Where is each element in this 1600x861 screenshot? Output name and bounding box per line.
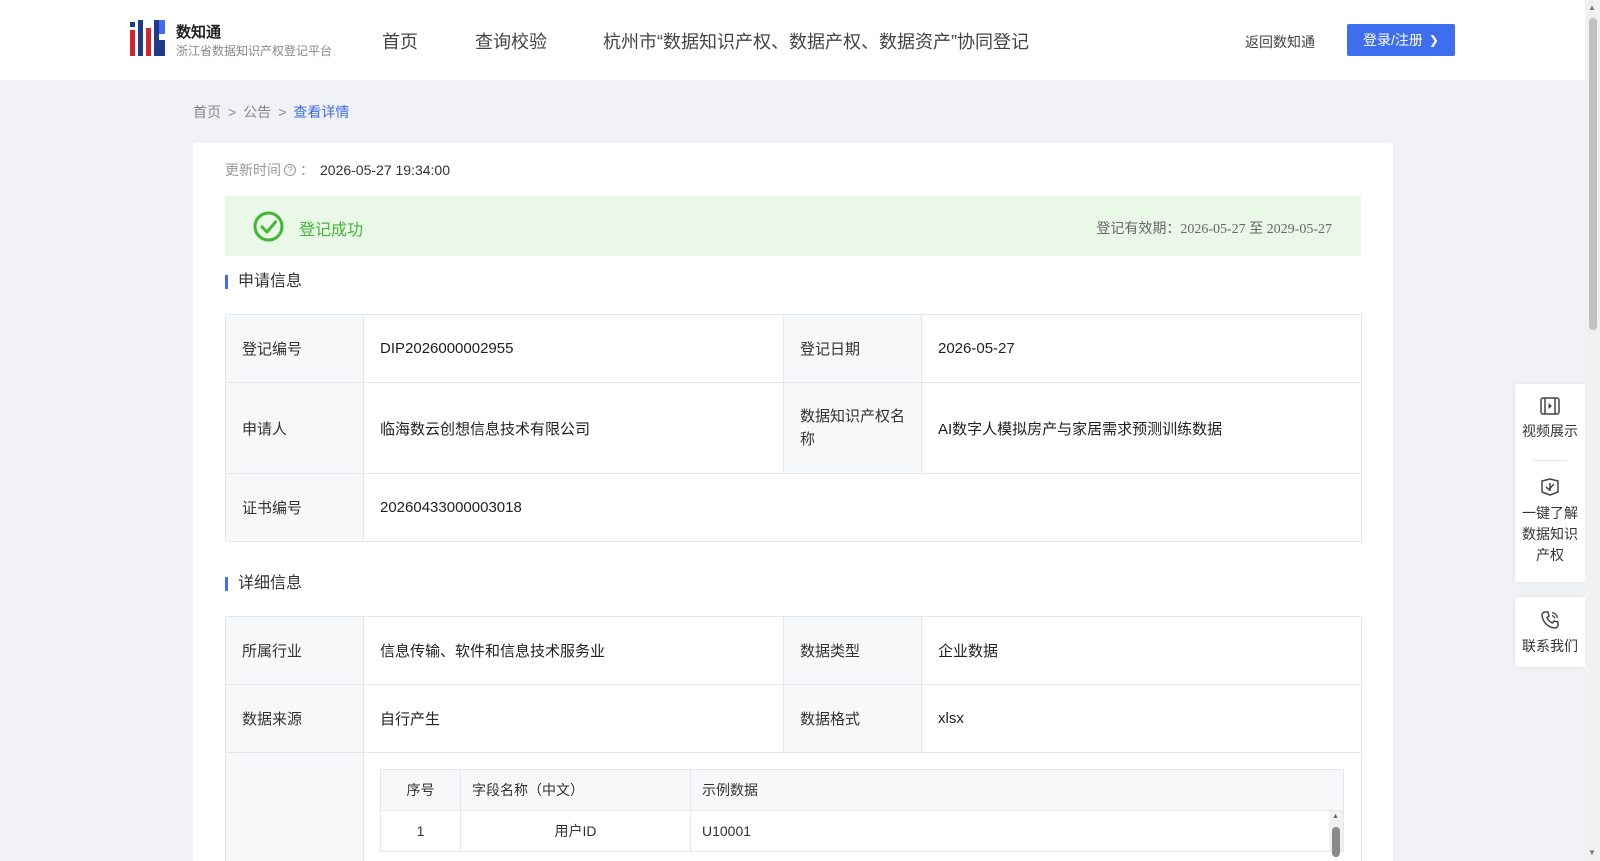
contact-us-label: 联系我们 <box>1522 638 1578 654</box>
logo-subtitle: 浙江省数据知识产权登记平台 <box>176 44 333 58</box>
data-type-value: 企业数据 <box>921 616 1362 685</box>
fields-label-cell <box>225 752 364 861</box>
industry-label: 所属行业 <box>225 616 364 685</box>
login-register-button[interactable]: 登录/注册 ❯ <box>1347 24 1455 56</box>
row-sample: U10001 ▲ <box>690 810 1344 857</box>
application-info-table: 登记编号 DIP2026000002955 登记日期 2026-05-27 申请… <box>225 314 1362 542</box>
book-icon <box>1541 478 1559 496</box>
learn-ip-line3: 产权 <box>1536 547 1564 563</box>
scroll-down-icon[interactable]: ▼ <box>1588 848 1596 857</box>
validity-label: 登记有效期： <box>1096 222 1181 237</box>
col-header-index: 序号 <box>380 769 461 811</box>
status-text: 登记成功 <box>299 222 364 239</box>
video-icon <box>1540 397 1560 415</box>
breadcrumb-home[interactable]: 首页 <box>193 104 221 120</box>
float-panel-top: 视频展示 一键了解 数据知识 产权 <box>1515 384 1585 582</box>
reg-no-label: 登记编号 <box>225 314 364 383</box>
video-display-label: 视频展示 <box>1522 423 1578 439</box>
ip-name-label-line2: 称 <box>800 431 816 448</box>
cert-no-label: 证书编号 <box>225 473 364 542</box>
applicant-value: 临海数云创想信息技术有限公司 <box>363 382 784 474</box>
logo-icon[interactable] <box>130 20 166 58</box>
fields-table: 序号 字段名称（中文） 示例数据 1 用户ID U10001 ▲ <box>380 769 1344 857</box>
col-header-field-name: 字段名称（中文） <box>460 769 691 811</box>
top-header: 数知通 浙江省数据知识产权登记平台 首页 查询校验 杭州市“数据知识产权、数据产… <box>0 0 1585 80</box>
cert-no-value: 20260433000003018 <box>363 473 1362 542</box>
data-type-label: 数据类型 <box>783 616 922 685</box>
breadcrumb-separator: > <box>228 104 237 120</box>
col-header-sample: 示例数据 <box>690 769 1344 811</box>
reg-no-value: DIP2026000002955 <box>363 314 784 383</box>
back-to-shuzhitong-link[interactable]: 返回数知通 <box>1245 32 1315 52</box>
detail-info-table: 所属行业 信息传输、软件和信息技术服务业 数据类型 企业数据 数据来源 自行产生… <box>225 616 1362 861</box>
ip-name-value: AI数字人模拟房产与家居需求预测训练数据 <box>921 382 1362 474</box>
fields-cell: 序号 字段名称（中文） 示例数据 1 用户ID U10001 ▲ <box>363 752 1362 861</box>
reg-date-label: 登记日期 <box>783 314 922 383</box>
breadcrumb-separator: > <box>278 104 287 120</box>
section-title-application: 申请信息 <box>225 274 302 290</box>
nav-query-verify[interactable]: 查询校验 <box>475 28 547 54</box>
inner-scrollbar[interactable]: ▲ <box>1329 811 1343 857</box>
update-time-colon: ： <box>300 162 314 178</box>
check-circle-icon <box>253 211 284 242</box>
table-row: 所属行业 信息传输、软件和信息技术服务业 数据类型 企业数据 <box>225 616 1362 685</box>
scroll-up-icon[interactable]: ▲ <box>1588 3 1596 12</box>
validity-range: 2026-05-27 至 2029-05-27 <box>1180 222 1332 237</box>
breadcrumb-current: 查看详情 <box>293 104 350 120</box>
login-register-label: 登录/注册 <box>1363 32 1423 48</box>
update-time-row: 更新时间 ? ： 2026-05-27 19:34:00 <box>225 160 450 180</box>
source-value: 自行产生 <box>363 684 784 753</box>
video-display-button[interactable]: 视频展示 <box>1515 384 1585 460</box>
table-row: 申请人 临海数云创想信息技术有限公司 数据知识产权名 称 AI数字人模拟房产与家… <box>225 382 1362 474</box>
breadcrumb-announcement[interactable]: 公告 <box>243 104 271 120</box>
source-label: 数据来源 <box>225 684 364 753</box>
section-title-detail: 详细信息 <box>225 576 302 592</box>
status-banner: 登记成功 登记有效期：2026-05-27 至 2029-05-27 <box>225 196 1361 256</box>
update-time-label: 更新时间 <box>225 162 281 178</box>
breadcrumb: 首页 > 公告 > 查看详情 <box>193 102 349 122</box>
table-row: 序号 字段名称（中文） 示例数据 1 用户ID U10001 ▲ <box>225 752 1362 861</box>
table-row: 登记编号 DIP2026000002955 登记日期 2026-05-27 <box>225 314 1362 383</box>
question-circle-icon[interactable]: ? <box>284 164 296 176</box>
nav-home[interactable]: 首页 <box>382 28 418 54</box>
applicant-label: 申请人 <box>225 382 364 474</box>
row-sample-value: U10001 <box>702 823 752 839</box>
row-field-name: 用户ID <box>460 810 691 852</box>
detail-card: 更新时间 ? ： 2026-05-27 19:34:00 登记成功 登记有效期：… <box>193 143 1393 861</box>
row-index: 1 <box>380 810 461 852</box>
ip-name-label: 数据知识产权名 称 <box>783 382 922 474</box>
fields-header-row: 序号 字段名称（中文） 示例数据 <box>380 769 1344 811</box>
logo-title: 数知通 <box>176 24 222 41</box>
format-label: 数据格式 <box>783 684 922 753</box>
industry-value: 信息传输、软件和信息技术服务业 <box>363 616 784 685</box>
learn-ip-line1: 一键了解 <box>1522 505 1578 521</box>
float-panel-contact: 联系我们 <box>1515 597 1585 667</box>
ip-name-label-line1: 数据知识产权名 <box>800 408 906 425</box>
learn-ip-line2: 数据知识 <box>1522 526 1578 542</box>
table-row: 1 用户ID U10001 ▲ <box>380 810 1344 857</box>
reg-date-value: 2026-05-27 <box>921 314 1362 383</box>
chevron-right-icon: ❯ <box>1428 33 1439 47</box>
page-scroll-thumb[interactable] <box>1589 18 1597 330</box>
format-value: xlsx <box>921 684 1362 753</box>
scroll-thumb[interactable] <box>1332 827 1340 857</box>
scroll-up-icon[interactable]: ▲ <box>1332 813 1339 820</box>
learn-ip-button[interactable]: 一键了解 数据知识 产权 <box>1515 461 1585 566</box>
nav-hangzhou-registration[interactable]: 杭州市“数据知识产权、数据产权、数据资产”协同登记 <box>603 28 1029 54</box>
contact-us-button[interactable]: 联系我们 <box>1515 597 1585 657</box>
page-scrollbar[interactable]: ▲ ▼ <box>1585 0 1600 861</box>
table-row: 数据来源 自行产生 数据格式 xlsx <box>225 684 1362 753</box>
validity-period: 登记有效期：2026-05-27 至 2029-05-27 <box>1096 218 1332 238</box>
table-row: 证书编号 20260433000003018 <box>225 473 1362 542</box>
update-time-value: 2026-05-27 19:34:00 <box>320 162 450 178</box>
phone-icon <box>1541 611 1559 629</box>
